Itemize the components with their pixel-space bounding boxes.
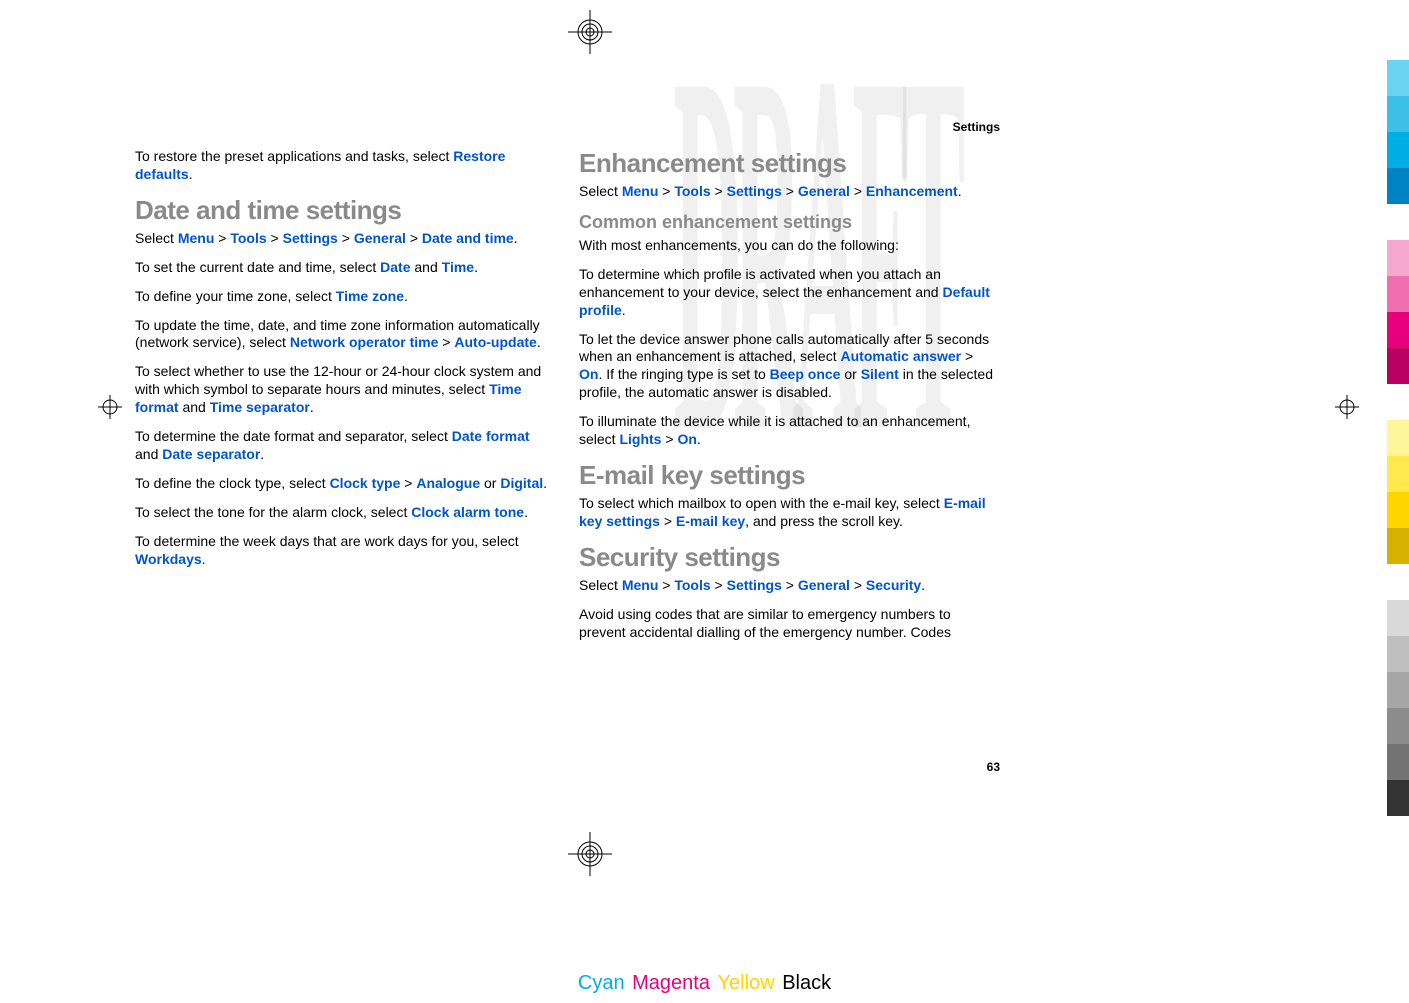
color-swatch xyxy=(1387,348,1409,384)
color-swatch xyxy=(1387,168,1409,204)
print-color-bars xyxy=(1387,60,1409,816)
para-select-security: Select Menu > Tools > Settings > General… xyxy=(579,577,999,595)
color-swatch xyxy=(1387,60,1409,96)
color-swatch xyxy=(1387,564,1409,600)
color-swatch xyxy=(1387,672,1409,708)
page-area: DRAFT Settings To restore the preset app… xyxy=(60,0,1120,1003)
para-select-date-time: Select Menu > Tools > Settings > General… xyxy=(135,230,555,248)
para-set-date-time: To set the current date and time, select… xyxy=(135,259,555,277)
color-swatch xyxy=(1387,420,1409,456)
color-swatch xyxy=(1387,384,1409,420)
color-swatch xyxy=(1387,276,1409,312)
footer-magenta-label: Magenta xyxy=(632,972,710,994)
para-avoid-codes: Avoid using codes that are similar to em… xyxy=(579,606,999,642)
para-alarm-tone: To select the tone for the alarm clock, … xyxy=(135,504,555,522)
color-swatch xyxy=(1387,240,1409,276)
para-restore-defaults: To restore the preset applications and t… xyxy=(135,148,555,184)
footer-black-label: Black xyxy=(782,972,831,994)
heading-security-settings: Security settings xyxy=(579,542,999,573)
para-automatic-answer: To let the device answer phone calls aut… xyxy=(579,331,999,403)
color-swatch xyxy=(1387,744,1409,780)
color-swatch xyxy=(1387,312,1409,348)
footer-color-labels: Cyan Magenta Yellow Black xyxy=(577,972,832,995)
para-default-profile: To determine which profile is activated … xyxy=(579,266,999,320)
footer-cyan-label: Cyan xyxy=(578,972,625,994)
registration-mark-bottom-icon xyxy=(568,832,612,876)
color-swatch xyxy=(1387,708,1409,744)
color-swatch xyxy=(1387,636,1409,672)
page-content: Settings To restore the preset applicati… xyxy=(135,120,1005,653)
heading-date-time-settings: Date and time settings xyxy=(135,195,555,226)
color-swatch xyxy=(1387,528,1409,564)
heading-enhancement-settings: Enhancement settings xyxy=(579,148,999,179)
para-time-zone: To define your time zone, select Time zo… xyxy=(135,288,555,306)
left-column: To restore the preset applications and t… xyxy=(135,148,555,653)
para-lights: To illuminate the device while it is att… xyxy=(579,413,999,449)
para-auto-update: To update the time, date, and time zone … xyxy=(135,317,555,353)
para-workdays: To determine the week days that are work… xyxy=(135,533,555,569)
footer-yellow-label: Yellow xyxy=(718,972,775,994)
color-swatch xyxy=(1387,492,1409,528)
para-date-format: To determine the date format and separat… xyxy=(135,428,555,464)
color-swatch xyxy=(1387,96,1409,132)
registration-mark-left-icon xyxy=(98,395,122,419)
color-swatch xyxy=(1387,204,1409,240)
color-swatch xyxy=(1387,600,1409,636)
page-number: 63 xyxy=(987,760,1000,774)
para-time-format: To select whether to use the 12-hour or … xyxy=(135,363,555,417)
para-clock-type: To define the clock type, select Clock t… xyxy=(135,475,555,493)
right-column: Enhancement settings Select Menu > Tools… xyxy=(579,148,999,653)
color-swatch xyxy=(1387,132,1409,168)
color-swatch xyxy=(1387,780,1409,816)
heading-common-enhancement: Common enhancement settings xyxy=(579,212,999,233)
para-email-key: To select which mailbox to open with the… xyxy=(579,495,999,531)
para-with-most: With most enhancements, you can do the f… xyxy=(579,237,999,255)
para-select-enhancement: Select Menu > Tools > Settings > General… xyxy=(579,183,999,201)
heading-email-key-settings: E-mail key settings xyxy=(579,460,999,491)
registration-mark-right-icon xyxy=(1335,395,1359,419)
section-header: Settings xyxy=(953,120,1000,134)
registration-mark-top-icon xyxy=(568,10,612,54)
color-swatch xyxy=(1387,456,1409,492)
